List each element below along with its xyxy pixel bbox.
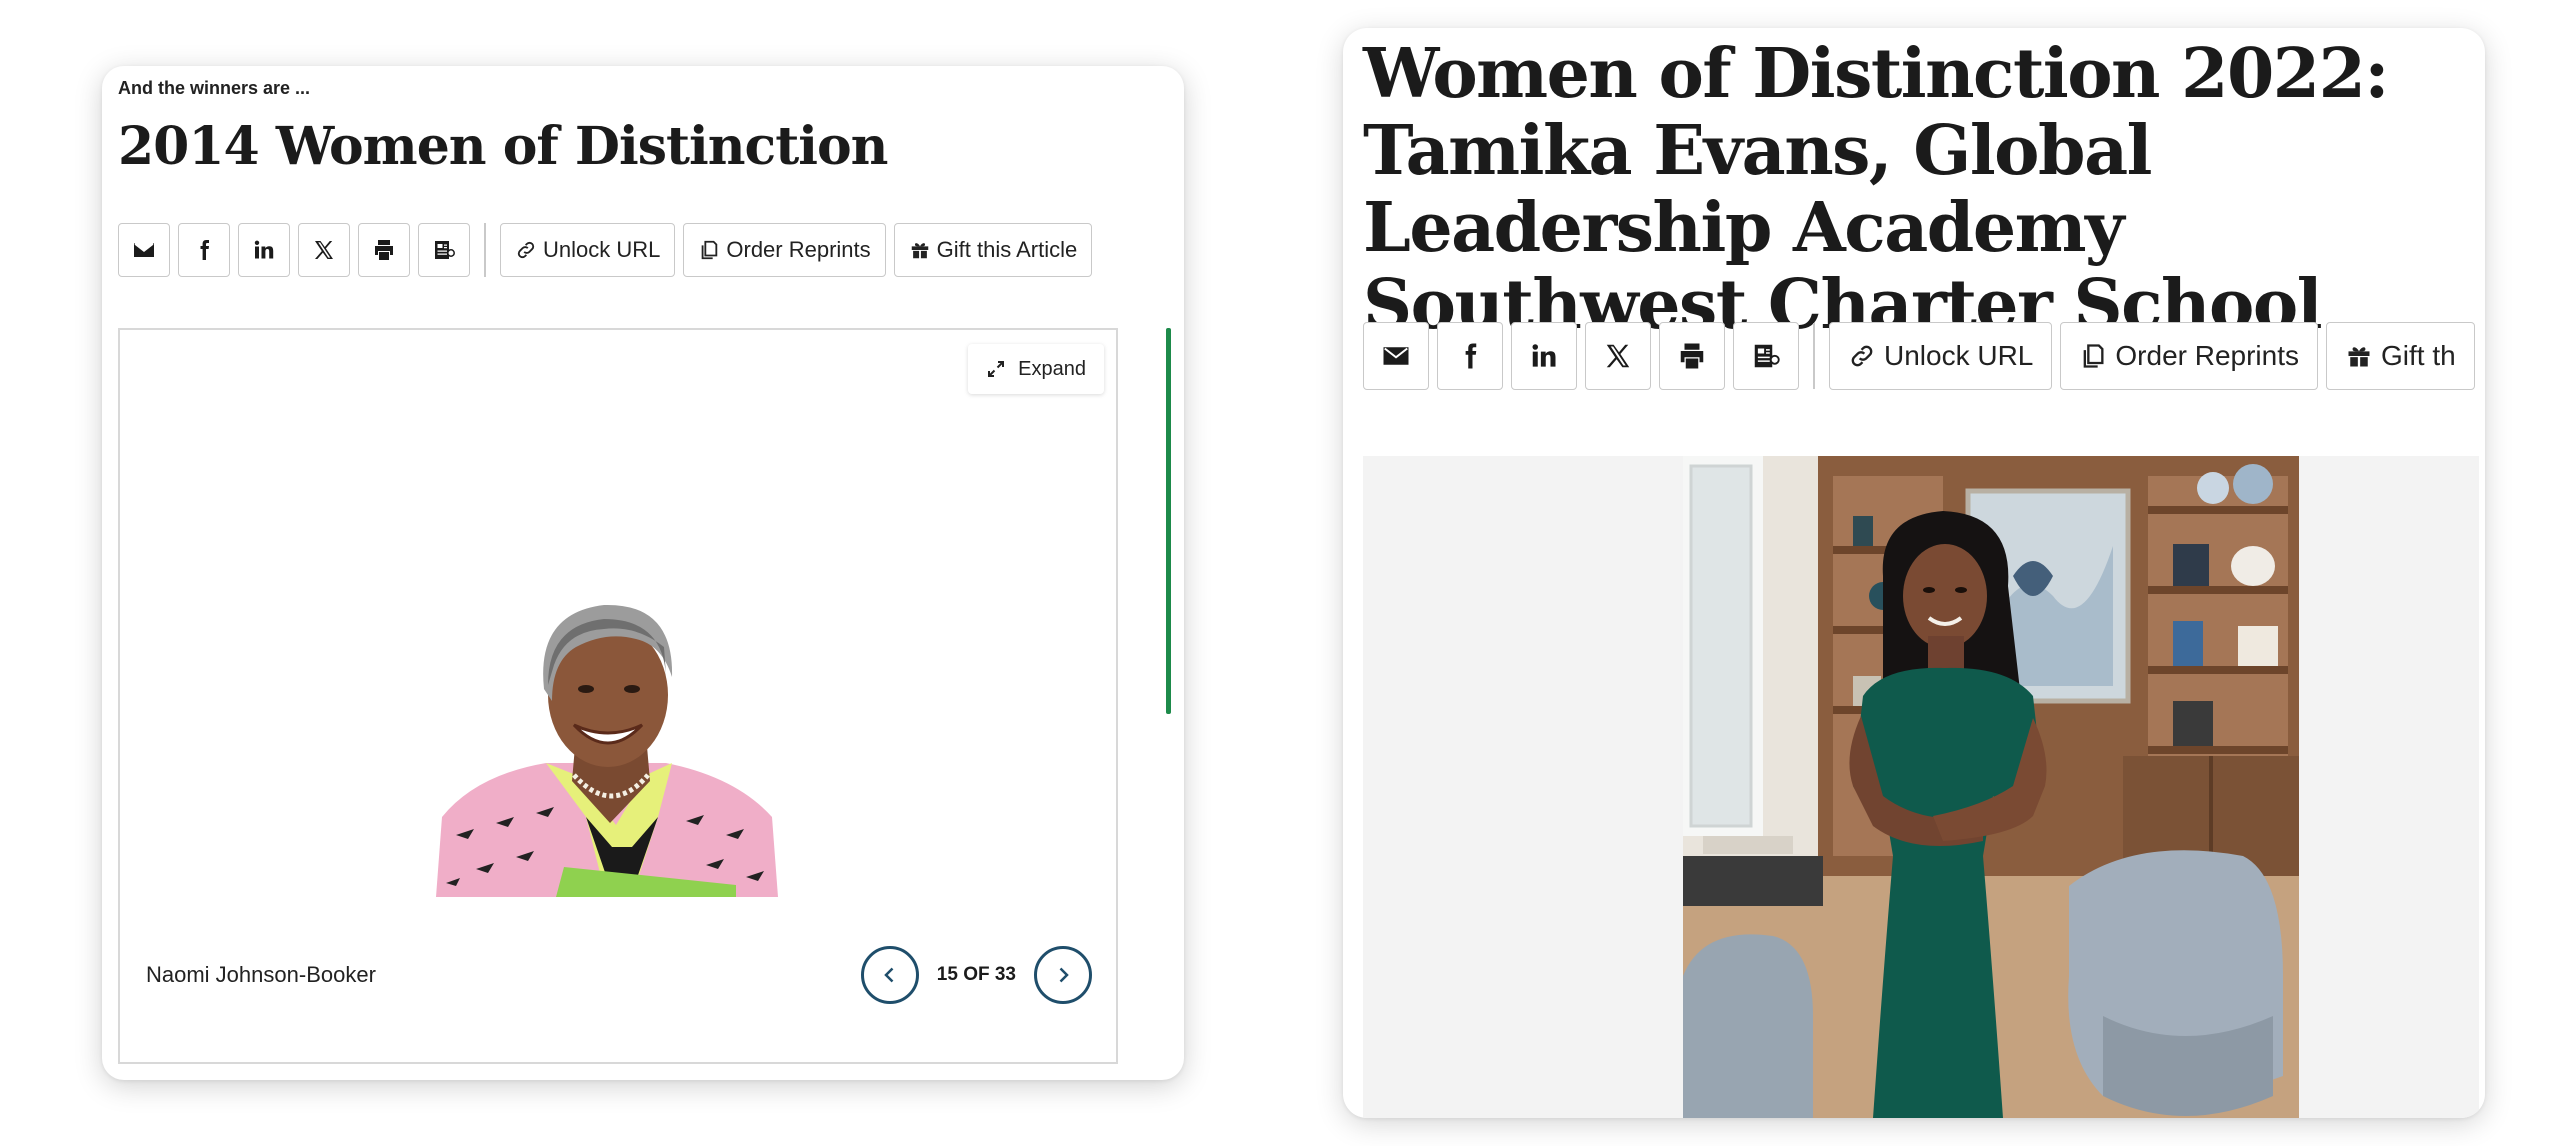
next-button[interactable] xyxy=(1034,946,1092,1004)
x-icon xyxy=(1606,344,1630,368)
unlock-url-label: Unlock URL xyxy=(1884,340,2034,371)
toolbar-divider xyxy=(484,223,486,277)
print-button[interactable] xyxy=(1659,322,1725,390)
linkedin-icon xyxy=(254,240,274,259)
article-card-2022: Women of Distinction 2022: Tamika Evans,… xyxy=(1343,28,2485,1118)
chevron-right-icon xyxy=(1059,967,1069,983)
email-share-button[interactable] xyxy=(1363,322,1429,390)
email-icon xyxy=(134,243,154,257)
reprint-button[interactable] xyxy=(418,223,470,277)
print-icon xyxy=(1680,343,1704,369)
gift-icon xyxy=(2348,347,2370,367)
share-toolbar: Unlock URL Order Reprints Gift th xyxy=(1363,322,2475,390)
order-reprints-button[interactable]: Order Reprints xyxy=(683,223,886,277)
unlock-url-label: Unlock URL xyxy=(543,237,661,262)
facebook-share-button[interactable] xyxy=(178,223,230,277)
gift-icon xyxy=(911,243,928,259)
print-button[interactable] xyxy=(358,223,410,277)
email-share-button[interactable] xyxy=(118,223,170,277)
reprint-button[interactable] xyxy=(1733,322,1799,390)
gallery-photo xyxy=(436,604,778,897)
photo-caption: Naomi Johnson-Booker xyxy=(146,962,376,987)
chevron-left-icon xyxy=(884,967,894,983)
gift-article-button[interactable]: Gift this Article xyxy=(893,223,1093,277)
article-card-2014: And the winners are ... 2014 Women of Di… xyxy=(102,66,1184,1080)
gift-article-button[interactable]: Gift th xyxy=(2326,322,2475,390)
toolbar-divider xyxy=(1813,323,1815,389)
facebook-icon xyxy=(200,240,209,260)
gift-article-label: Gift this Article xyxy=(936,237,1078,262)
reprint-icon xyxy=(1754,344,1780,368)
photo-gallery: Expand Naomi Johnson-Booker 15 OF 33 xyxy=(118,328,1118,1064)
previous-button[interactable] xyxy=(860,946,919,1004)
expand-icon xyxy=(988,361,1005,377)
copy-icon xyxy=(2084,344,2104,368)
slide-counter: 15 OF 33 xyxy=(936,964,1016,985)
link-icon xyxy=(517,241,535,259)
article-photo xyxy=(1683,456,2299,1118)
order-reprints-label: Order Reprints xyxy=(726,237,871,262)
gallery-pager: 15 OF 33 xyxy=(860,946,1092,1004)
unlock-url-button[interactable]: Unlock URL xyxy=(500,223,676,277)
print-icon xyxy=(375,240,393,260)
expand-label: Expand xyxy=(1018,357,1086,380)
page-title: 2014 Women of Distinction xyxy=(118,116,888,177)
article-photo-frame xyxy=(1363,456,2479,1118)
facebook-icon xyxy=(1465,343,1477,369)
copy-icon xyxy=(702,240,718,260)
expand-button[interactable]: Expand xyxy=(968,344,1104,394)
linkedin-icon xyxy=(1532,344,1556,367)
gift-article-label: Gift th xyxy=(2381,340,2456,371)
x-icon xyxy=(315,241,333,259)
order-reprints-label: Order Reprints xyxy=(2115,340,2300,371)
eyebrow-label: And the winners are ... xyxy=(118,78,311,98)
scrollbar[interactable] xyxy=(1166,328,1171,714)
reprint-icon xyxy=(435,241,455,259)
email-icon xyxy=(1383,347,1409,365)
page-title: Women of Distinction 2022: Tamika Evans,… xyxy=(1363,34,2390,345)
link-icon xyxy=(1851,345,1873,367)
share-toolbar: Unlock URL Order Reprints Gift this Arti… xyxy=(118,223,1093,277)
x-share-button[interactable] xyxy=(1585,322,1651,390)
facebook-share-button[interactable] xyxy=(1437,322,1503,390)
linkedin-share-button[interactable] xyxy=(238,223,290,277)
linkedin-share-button[interactable] xyxy=(1511,322,1577,390)
x-share-button[interactable] xyxy=(298,223,350,277)
unlock-url-button[interactable]: Unlock URL xyxy=(1829,322,2053,390)
order-reprints-button[interactable]: Order Reprints xyxy=(2060,322,2319,390)
